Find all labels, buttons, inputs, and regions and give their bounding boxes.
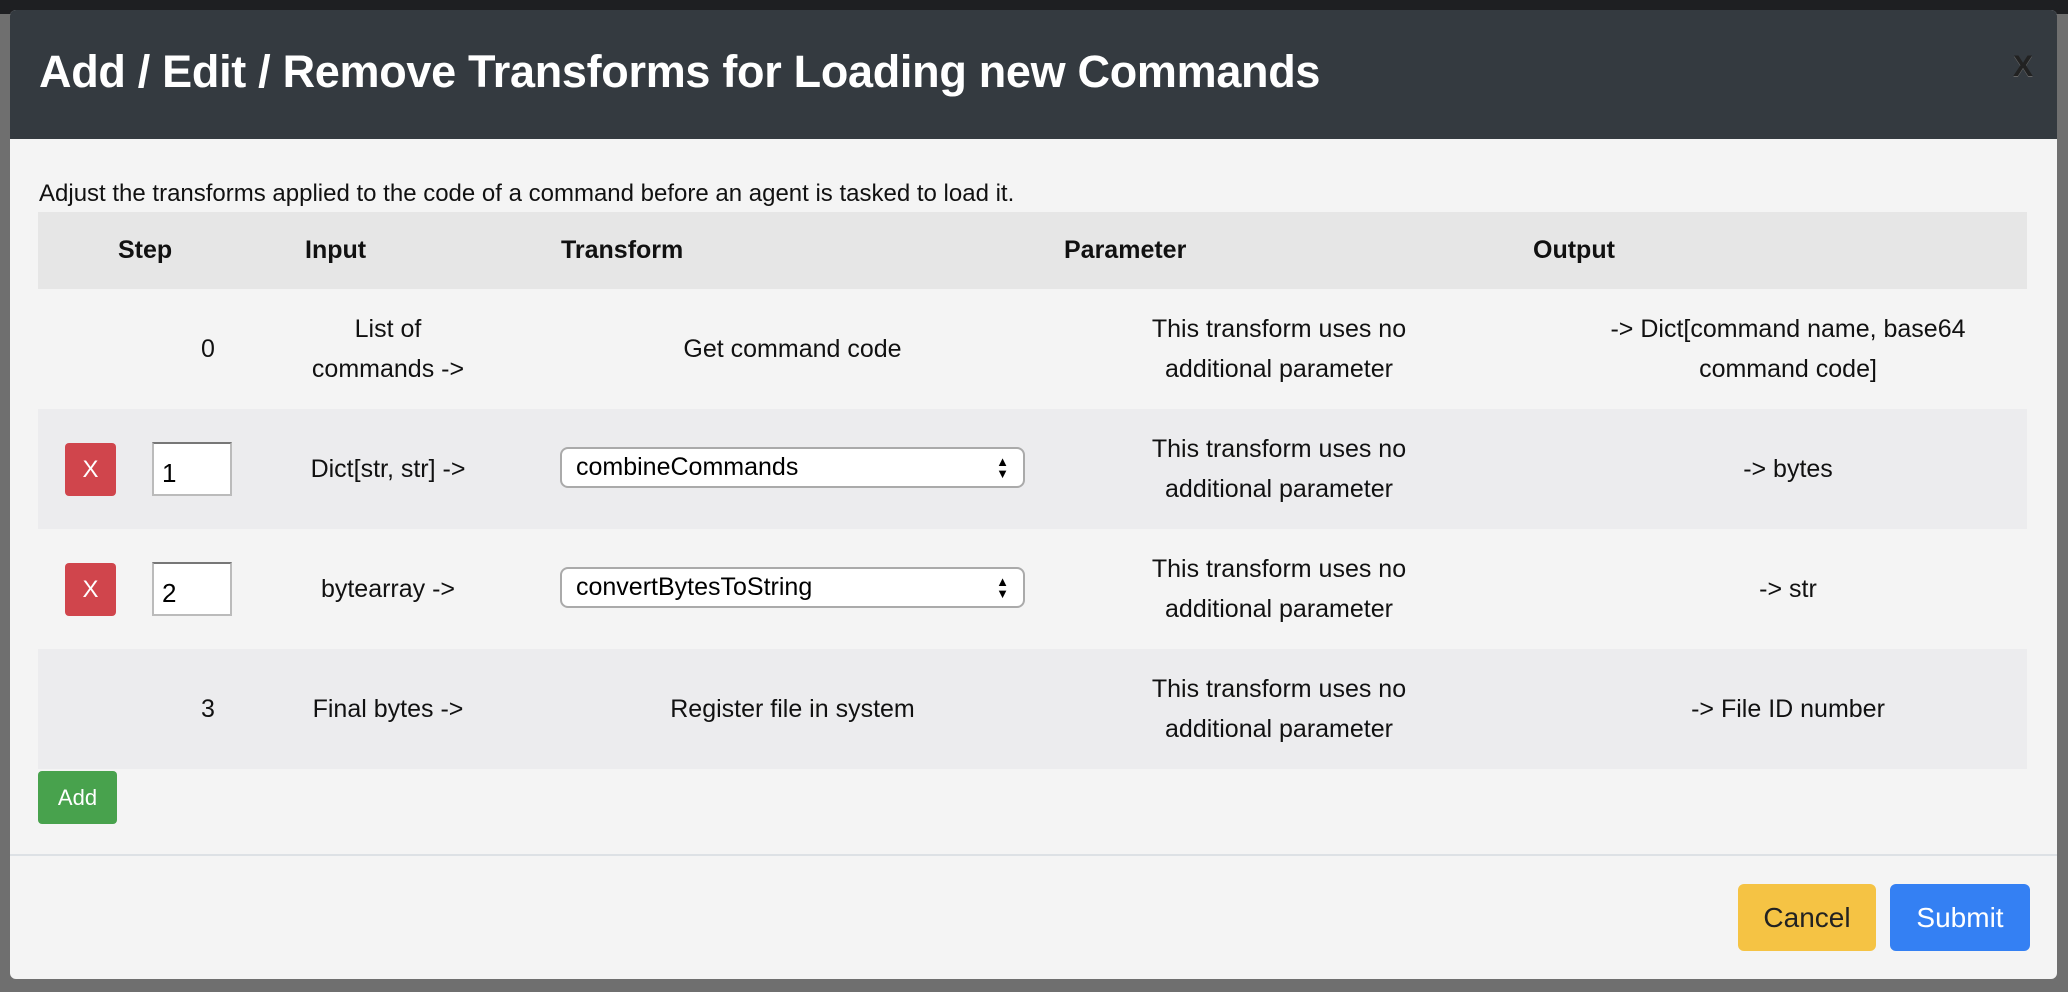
header-step: Step [118, 236, 173, 264]
close-button[interactable]: X [2013, 50, 2033, 84]
parameter-text: This transform uses no additional parame… [1151, 555, 1407, 623]
table-row: X Dict[str, str] -> combineCommands ▲▼ Th… [38, 409, 2027, 529]
output-type: -> File ID number [1691, 695, 1885, 723]
output-type: -> Dict[command name, base64 command cod… [1610, 315, 1966, 383]
parameter-text: This transform uses no additional parame… [1151, 675, 1407, 743]
input-type: Dict[str, str] -> [310, 455, 466, 483]
output-type: -> bytes [1743, 455, 1833, 483]
add-transform-button[interactable]: Add [38, 771, 117, 824]
step-input[interactable] [152, 562, 232, 616]
step-value: 3 [201, 695, 215, 723]
header-input: Input [305, 236, 367, 264]
remove-step-button[interactable]: X [65, 563, 116, 616]
table-row: X bytearray -> convertBytesToString ▲▼ Th… [38, 529, 2027, 649]
transform-name: Register file in system [670, 695, 915, 723]
transforms-modal: Add / Edit / Remove Transforms for Loadi… [10, 10, 2057, 979]
header-output: Output [1533, 236, 1615, 264]
output-type: -> str [1759, 575, 1817, 603]
header-transform: Transform [561, 236, 684, 264]
parameter-text: This transform uses no additional parame… [1151, 315, 1407, 383]
step-input[interactable] [152, 442, 232, 496]
transform-select-value: combineCommands [576, 453, 799, 481]
footer-divider [10, 854, 2057, 856]
submit-button[interactable]: Submit [1890, 884, 2030, 951]
transform-select[interactable]: combineCommands ▲ ▼ [560, 447, 1025, 488]
input-type: List of commands -> [311, 315, 465, 383]
header-parameter: Parameter [1064, 236, 1187, 264]
select-arrows-icon: ▲ ▼ [996, 453, 1009, 481]
parameter-text: This transform uses no additional parame… [1151, 435, 1407, 503]
input-type: bytearray -> [320, 575, 456, 603]
modal-description: Adjust the transforms applied to the cod… [39, 180, 1015, 207]
modal-header: Add / Edit / Remove Transforms for Loadi… [10, 10, 2057, 139]
input-type: Final bytes -> [312, 695, 464, 723]
transform-select-value: convertBytesToString [576, 573, 813, 601]
transform-select[interactable]: convertBytesToString ▲ ▼ [560, 567, 1025, 608]
table-header: Step Input Transform Parameter Output [38, 212, 2027, 289]
transform-name: Get command code [683, 335, 902, 363]
select-arrows-icon: ▲ ▼ [996, 573, 1009, 601]
remove-step-button[interactable]: X [65, 443, 116, 496]
step-value: 0 [201, 335, 215, 363]
table-row: 3 Final bytes -> Register file in system… [38, 649, 2027, 769]
cancel-button[interactable]: Cancel [1738, 884, 1876, 951]
table-row: 0 List of commands -> Get command code T… [38, 289, 2027, 409]
modal-title: Add / Edit / Remove Transforms for Loadi… [39, 46, 1321, 97]
